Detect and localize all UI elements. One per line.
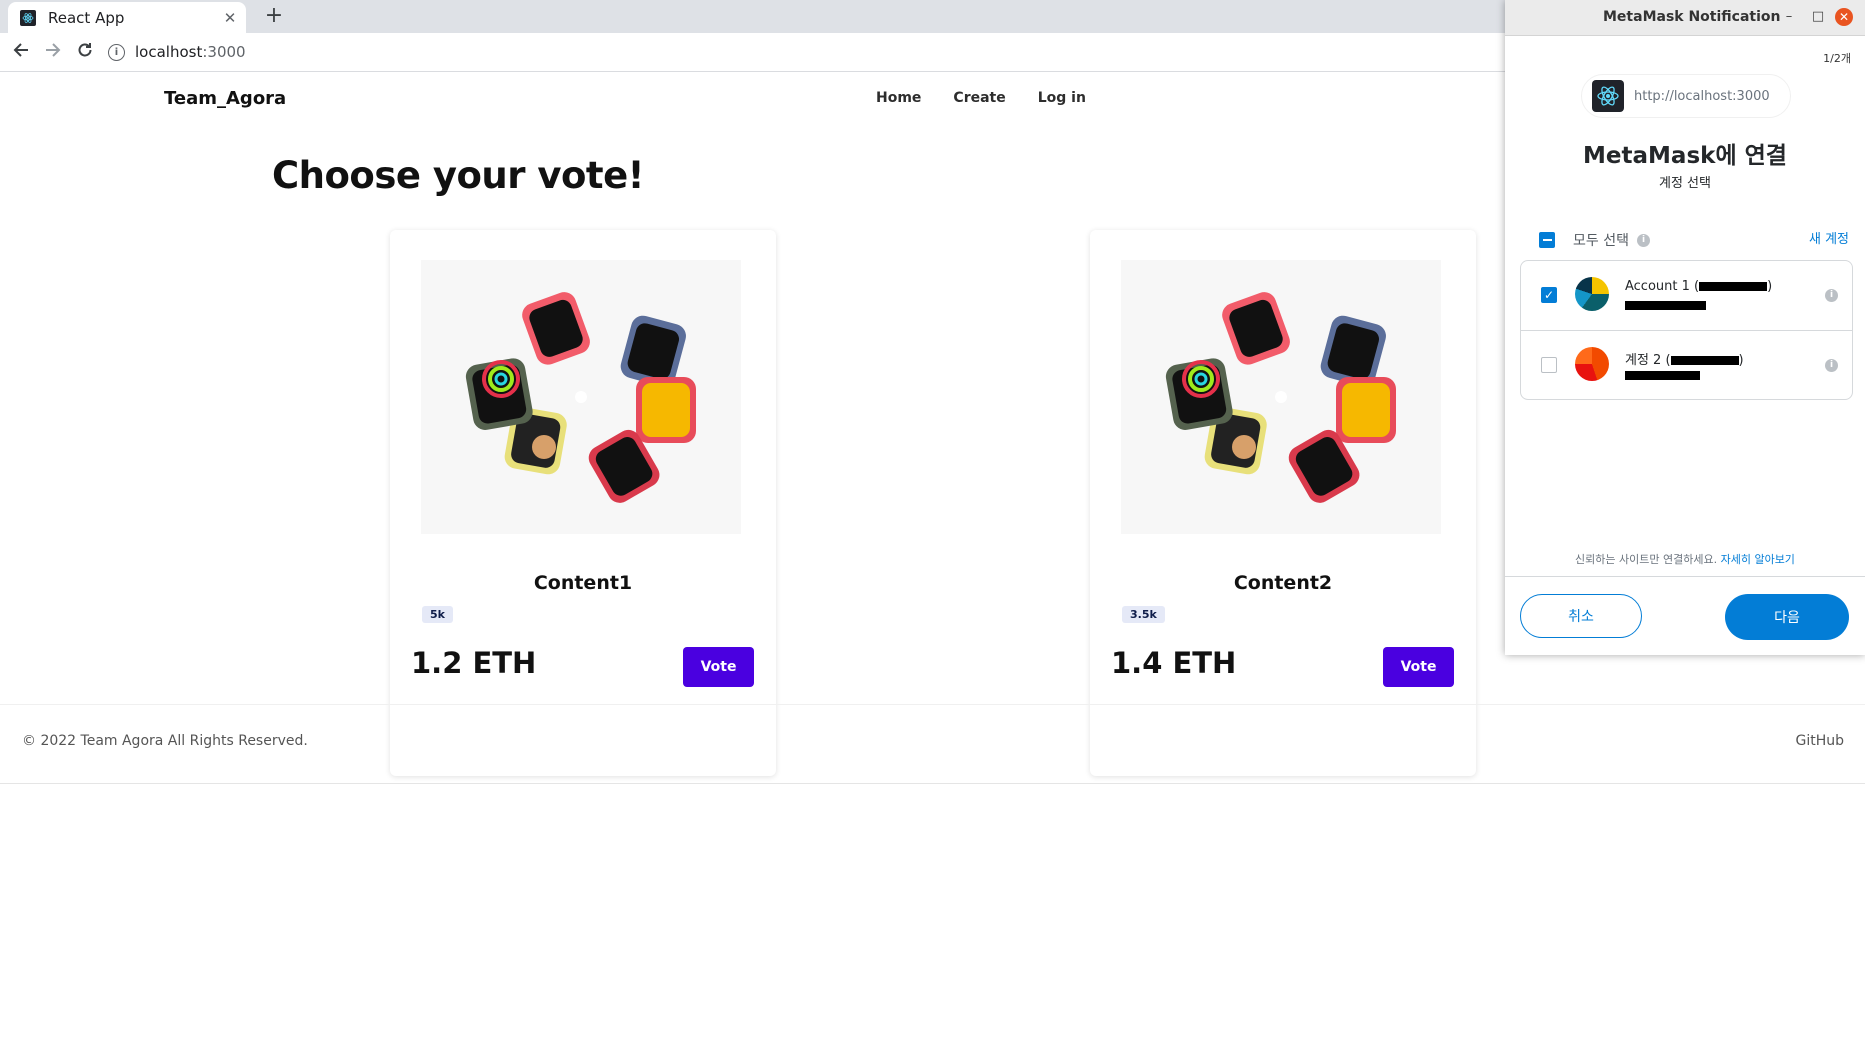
top-navigation: Home Create Log in (876, 90, 1086, 106)
new-account-link[interactable]: 새 계정 (1809, 228, 1849, 247)
origin-pill: http://localhost:3000 (1581, 74, 1791, 118)
card-title: Content2 (1233, 572, 1333, 594)
request-counter: 1/2개 (1823, 52, 1851, 65)
account-row-2[interactable]: 계정 2 () i (1521, 330, 1852, 400)
redacted-balance (1625, 371, 1700, 380)
vote-button[interactable]: Vote (1383, 647, 1454, 687)
account-avatar (1575, 277, 1609, 311)
react-favicon-icon (20, 9, 36, 26)
select-all-label: 모두 선택 (1573, 233, 1629, 249)
tab-close-icon[interactable]: ✕ (220, 9, 240, 27)
github-link[interactable]: GitHub (1795, 733, 1844, 749)
connect-heading: MetaMask에 연결 (1583, 143, 1787, 169)
forward-arrow-icon[interactable] (40, 39, 66, 65)
account-list: ✓ Account 1 () i 계정 2 () i (1520, 260, 1853, 400)
redacted-balance (1625, 301, 1706, 310)
price-label: 1.4 ETH (1111, 646, 1237, 680)
new-tab-button[interactable]: + (262, 4, 286, 28)
account-name: Account 1 () (1625, 279, 1773, 294)
trust-notice: 신뢰하는 사이트만 연결하세요. 자세히 알아보기 (1575, 553, 1795, 566)
account-checkbox-unchecked[interactable] (1541, 357, 1557, 373)
minimize-icon[interactable]: – (1779, 7, 1799, 27)
info-icon[interactable]: i (1636, 233, 1650, 247)
origin-url: http://localhost:3000 (1634, 88, 1770, 104)
vote-count-badge: 5k (422, 606, 453, 623)
select-all-row[interactable]: 모두 선택 i (1539, 230, 1650, 250)
card-title: Content1 (533, 572, 633, 594)
back-arrow-icon[interactable] (8, 39, 34, 65)
close-icon[interactable]: ✕ (1835, 8, 1853, 26)
watch-fan-graphic (465, 292, 696, 503)
account-checkbox-checked[interactable]: ✓ (1541, 287, 1557, 303)
nav-login[interactable]: Log in (1038, 90, 1086, 106)
nav-home[interactable]: Home (876, 90, 921, 106)
product-image (421, 260, 741, 534)
vote-count-badge: 3.5k (1122, 606, 1165, 623)
vote-card-2: Content2 3.5k 1.4 ETH Vote (1090, 230, 1476, 776)
site-brand[interactable]: Team_Agora (164, 88, 286, 109)
account-row-1[interactable]: ✓ Account 1 () i (1521, 261, 1852, 330)
vote-button[interactable]: Vote (683, 647, 754, 687)
product-image (1121, 260, 1441, 534)
nav-create[interactable]: Create (953, 90, 1005, 106)
vote-card-1: Content1 5k 1.2 ETH Vote (390, 230, 776, 776)
connect-subheading: 계정 선택 (1659, 176, 1711, 191)
metamask-footer: 취소 다음 (1505, 576, 1865, 656)
account-name: 계정 2 () (1625, 353, 1744, 368)
page-title: Choose your vote! (272, 154, 645, 197)
copyright-text: © 2022 Team Agora All Rights Reserved. (22, 733, 308, 749)
address-bar[interactable]: i localhost:3000 (108, 37, 1508, 67)
window-title: MetaMask Notification (1603, 9, 1781, 25)
tab-title: React App (48, 8, 125, 27)
learn-more-link[interactable]: 자세히 알아보기 (1721, 553, 1795, 566)
metamask-titlebar: MetaMask Notification – □ ✕ (1505, 0, 1865, 36)
account-avatar (1575, 347, 1609, 381)
site-footer: © 2022 Team Agora All Rights Reserved. G… (0, 704, 1865, 784)
cancel-button[interactable]: 취소 (1520, 594, 1642, 638)
site-info-icon[interactable]: i (108, 43, 125, 61)
price-label: 1.2 ETH (411, 646, 537, 680)
url-port: :3000 (202, 43, 246, 61)
account-info-icon[interactable]: i (1825, 289, 1838, 302)
maximize-icon[interactable]: □ (1808, 7, 1828, 27)
account-info-icon[interactable]: i (1825, 359, 1838, 372)
reload-icon[interactable] (72, 39, 98, 65)
url-host: localhost (135, 43, 203, 61)
browser-tab[interactable]: React App ✕ (8, 2, 246, 33)
watch-fan-graphic (1165, 292, 1396, 503)
metamask-popup: MetaMask Notification – □ ✕ 1/2개 http://… (1505, 0, 1865, 655)
select-all-checkbox[interactable] (1539, 232, 1555, 248)
react-site-icon (1592, 80, 1624, 112)
next-button[interactable]: 다음 (1725, 594, 1849, 640)
